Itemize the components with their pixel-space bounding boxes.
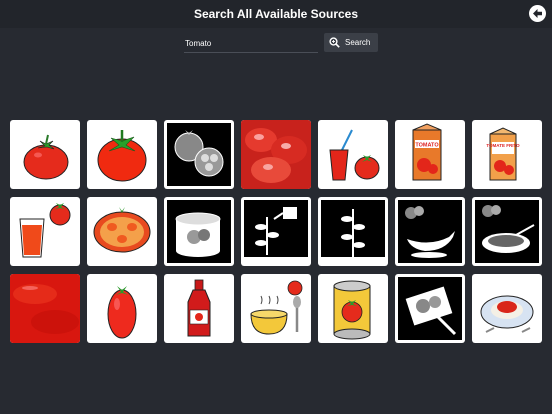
- tomato-juice-glass-icon: [329, 129, 380, 181]
- tomato-puree-photo-icon: [10, 274, 80, 343]
- back-arrow-icon[interactable]: [529, 5, 546, 22]
- sliced-tomato-icon: [93, 207, 151, 253]
- tomato-juice-carton-icon: TOMATO: [412, 123, 442, 181]
- tomato-soup-icon: [475, 200, 539, 263]
- tomato-icon: [97, 130, 147, 182]
- tomato-halves-icon: [167, 123, 231, 186]
- result-tile[interactable]: [318, 197, 388, 266]
- result-tile[interactable]: [318, 274, 388, 343]
- result-tile[interactable]: [87, 197, 157, 266]
- result-tile[interactable]: [241, 274, 311, 343]
- result-tile[interactable]: [87, 274, 157, 343]
- ketchup-bottle-icon: [187, 279, 211, 337]
- carton-label: TOMATE FRITO: [486, 143, 520, 148]
- page-title: Search All Available Sources: [193, 7, 359, 21]
- tomato-juice-glass-icon: [19, 203, 71, 258]
- search-input[interactable]: [184, 34, 318, 53]
- result-tile[interactable]: TOMATO: [395, 120, 465, 189]
- search-button-label: Search: [345, 38, 371, 47]
- result-tile[interactable]: [472, 274, 542, 343]
- result-tile[interactable]: [395, 197, 465, 266]
- result-tile[interactable]: [164, 274, 234, 343]
- result-tile[interactable]: [472, 197, 542, 266]
- result-tile[interactable]: [10, 120, 80, 189]
- pasta-tomato-sauce-icon: [480, 295, 534, 333]
- result-tile[interactable]: [164, 197, 234, 266]
- tomato-can-icon: [167, 200, 231, 263]
- result-tile[interactable]: [87, 120, 157, 189]
- carton-label: TOMATO: [415, 143, 439, 149]
- search-button[interactable]: Search: [324, 33, 378, 52]
- tomato-sauce-boat-icon: [398, 200, 462, 263]
- tomato-juice-carton-icon: TOMATE FRITO: [486, 127, 520, 181]
- watering-plant-icon: [244, 200, 308, 263]
- result-tile[interactable]: [318, 120, 388, 189]
- cutting-tomato-icon: [398, 277, 462, 340]
- tomato-icon: [23, 134, 69, 180]
- result-tile[interactable]: TOMATE FRITO: [472, 120, 542, 189]
- result-tile[interactable]: [164, 120, 234, 189]
- result-tile[interactable]: [10, 197, 80, 266]
- result-tile[interactable]: [241, 120, 311, 189]
- header-bar: Search All Available Sources: [0, 0, 552, 28]
- result-tile[interactable]: [395, 274, 465, 343]
- search-icon: [329, 37, 340, 48]
- result-tile[interactable]: [10, 274, 80, 343]
- plum-tomato-icon: [107, 286, 137, 339]
- tomato-plant-icon: [321, 200, 385, 263]
- tomato-soup-bowl-icon: [250, 280, 303, 335]
- tomato-can-icon: [333, 280, 371, 340]
- tomato-photo-icon: [241, 120, 311, 189]
- result-tile[interactable]: [241, 197, 311, 266]
